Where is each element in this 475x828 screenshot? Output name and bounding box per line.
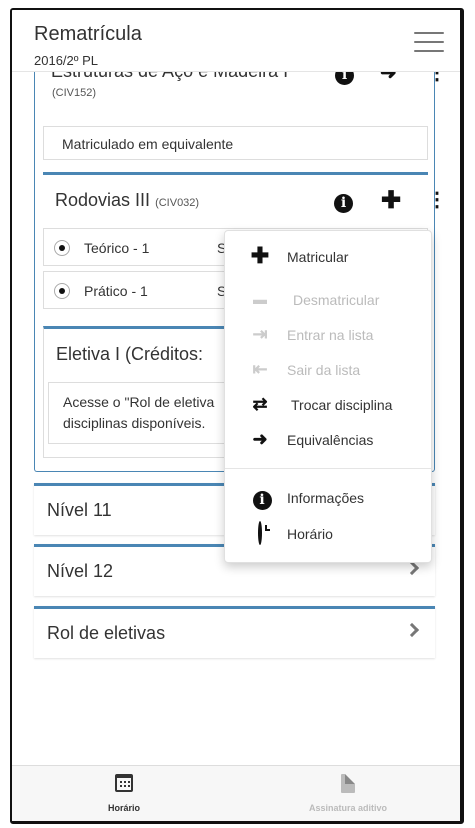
bottom-tab-bar: Horário Assinatura aditivo — [12, 765, 460, 821]
more-vertical-icon[interactable]: ⋮ — [427, 190, 447, 210]
more-vertical-icon[interactable]: ⋮ — [427, 72, 447, 83]
plus-icon[interactable]: ✚ — [381, 189, 401, 213]
discipline-title-rodovias: Rodovias III (CIV032) — [55, 190, 199, 211]
menu-item-horario[interactable]: Horário — [225, 520, 431, 550]
page-subtitle: 2016/2º PL — [34, 53, 99, 68]
menu-item-trocar-disciplina[interactable]: ⇄ Trocar disciplina — [225, 391, 431, 421]
level-row-rol-eletivas[interactable]: Rol de eletivas — [34, 606, 435, 658]
app-frame: Rematrícula 2016/2º PL Estruturas de Aço… — [10, 8, 464, 824]
discipline-title-estruturas: Estruturas de Aço e Madeira I — [51, 72, 288, 82]
level-label: Nível 11 — [47, 500, 112, 520]
menu-item-desmatricular[interactable]: ▬ Desmatricular — [225, 286, 431, 316]
enrollment-note: Matriculado em equivalente — [43, 126, 428, 160]
class-label: Teórico - 1 — [84, 240, 150, 256]
menu-item-equivalencias[interactable]: ➜ Equivalências — [225, 426, 431, 456]
tab-assinatura-aditivo[interactable]: Assinatura aditivo — [236, 766, 460, 821]
tab-horario[interactable]: Horário — [12, 766, 236, 821]
discipline-title-eletiva: Eletiva I (Créditos: — [56, 344, 204, 364]
info-icon: i — [251, 487, 273, 510]
discipline-code: (CIV032) — [155, 197, 200, 209]
chevron-right-icon — [404, 622, 420, 638]
menu-item-label: Informações — [287, 490, 365, 506]
app-header: Rematrícula 2016/2º PL — [12, 10, 460, 72]
menu-item-sair-lista[interactable]: ⇤ Sair da lista — [225, 356, 431, 386]
minus-icon: ▬ — [253, 291, 267, 307]
document-icon — [341, 774, 355, 793]
actions-dropdown-menu: ✚ Matricular ▬ Desmatricular ⇥ Entrar na… — [224, 230, 432, 563]
plus-icon: ✚ — [250, 243, 270, 268]
enrollment-note-text: Matriculado em equivalente — [62, 136, 234, 152]
level-label: Rol de eletivas — [47, 623, 166, 643]
level-label: Nível 12 — [47, 561, 114, 581]
menu-item-label: Matricular — [287, 249, 349, 265]
menu-item-label: Trocar disciplina — [291, 397, 393, 413]
tab-label: Assinatura aditivo — [308, 803, 388, 813]
sign-in-icon: ⇥ — [252, 324, 268, 344]
tab-label: Horário — [107, 803, 140, 813]
menu-item-label: Equivalências — [287, 432, 374, 448]
menu-item-label: Sair da lista — [287, 362, 361, 378]
info-icon[interactable]: i — [335, 72, 354, 85]
menu-item-label: Desmatricular — [293, 292, 380, 308]
calendar-icon — [115, 774, 133, 792]
radio-selected[interactable] — [54, 240, 70, 256]
arrow-right-icon: ➜ — [252, 429, 268, 449]
sign-out-icon: ⇤ — [252, 359, 268, 379]
arrow-right-icon[interactable]: ➜ — [380, 72, 397, 83]
exchange-icon: ⇄ — [252, 394, 268, 414]
menu-divider — [225, 468, 431, 469]
clock-icon — [249, 521, 271, 545]
menu-item-label: Entrar na lista — [287, 327, 374, 343]
page-title: Rematrícula — [34, 23, 142, 45]
menu-item-label: Horário — [287, 526, 333, 542]
radio-selected[interactable] — [54, 283, 70, 299]
chevron-right-icon — [404, 560, 420, 576]
main-content: Estruturas de Aço e Madeira I (CIV152) i… — [12, 72, 460, 762]
discipline-code-estruturas: (CIV152) — [52, 87, 97, 99]
menu-item-informacoes[interactable]: i Informações — [225, 484, 431, 514]
menu-item-matricular[interactable]: ✚ Matricular — [225, 243, 431, 273]
info-icon[interactable]: i — [334, 194, 353, 213]
discipline-name: Rodovias III — [55, 190, 151, 210]
menu-item-entrar-lista[interactable]: ⇥ Entrar na lista — [225, 321, 431, 351]
class-label: Prático - 1 — [84, 283, 148, 299]
hamburger-menu-icon[interactable] — [414, 32, 444, 54]
